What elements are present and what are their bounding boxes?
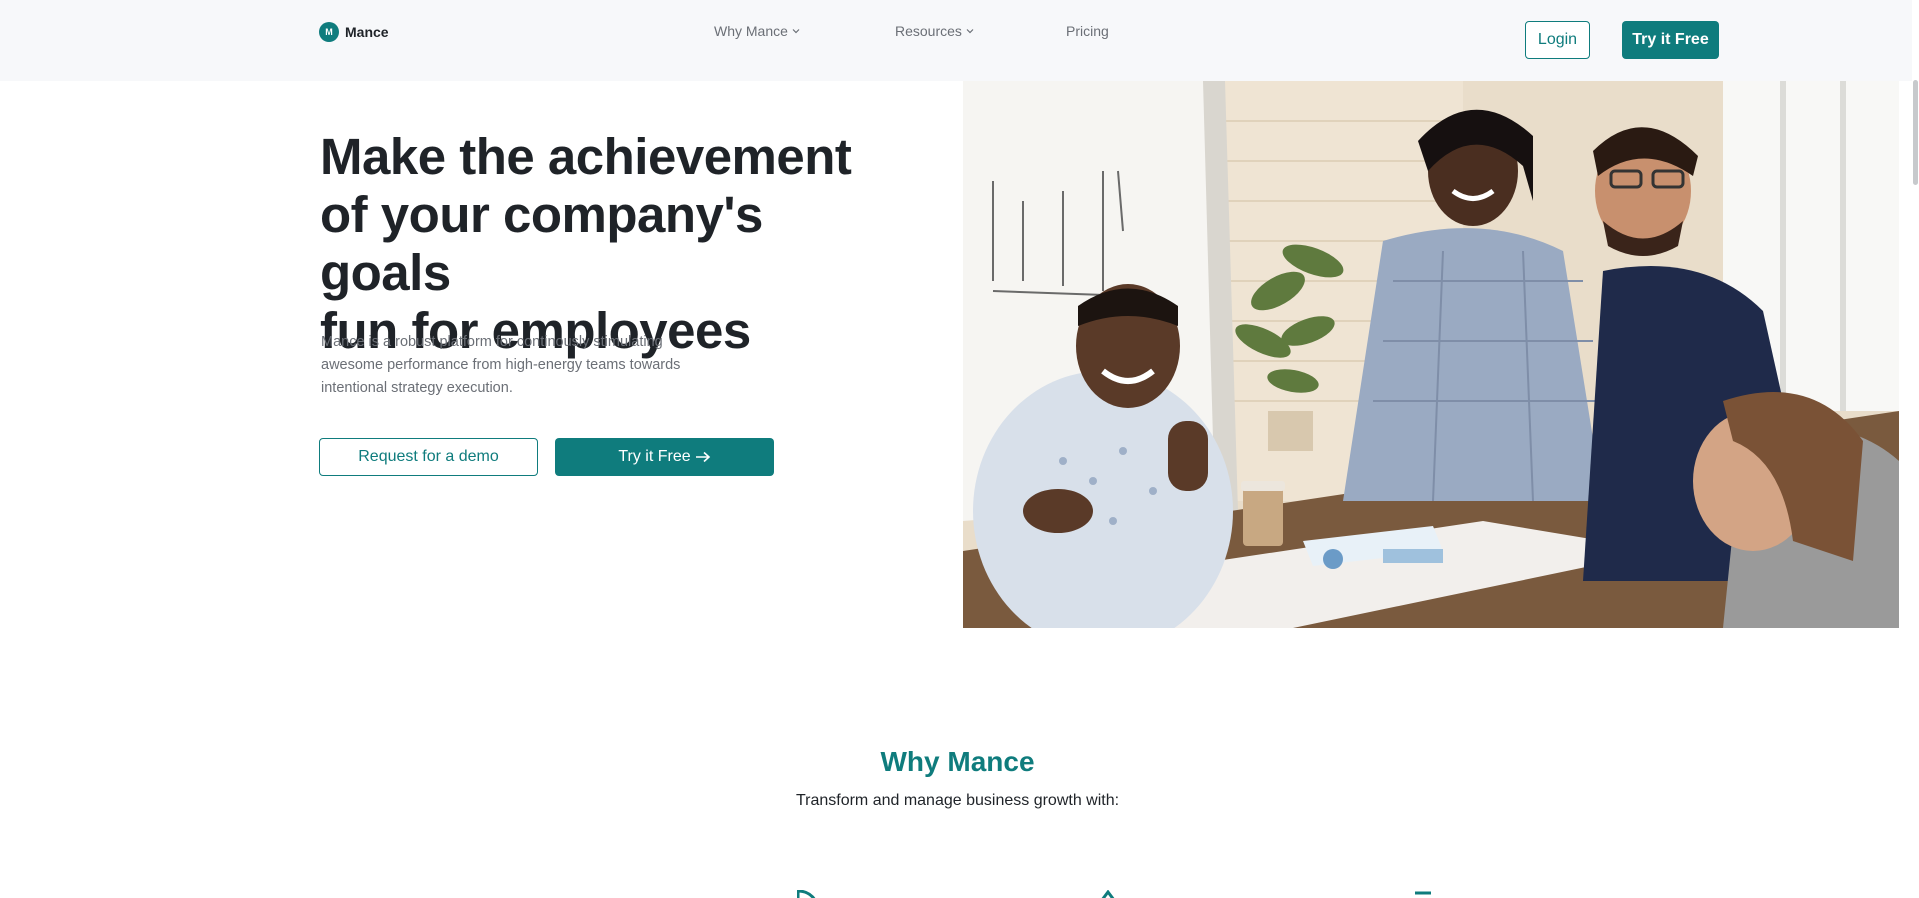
login-button[interactable]: Login: [1525, 21, 1590, 59]
nav-item-pricing[interactable]: Pricing: [1066, 23, 1109, 39]
mance-logo-icon: M: [319, 22, 339, 42]
try-free-hero-label: Try it Free: [618, 448, 691, 465]
why-section-subtitle: Transform and manage business growth wit…: [795, 792, 1120, 809]
scrollbar-thumb[interactable]: [1913, 80, 1918, 185]
nav-item-label: Resources: [895, 23, 962, 39]
hero-team-photo: [963, 81, 1899, 628]
nav-item-resources[interactable]: Resources: [895, 23, 975, 39]
try-free-hero-button[interactable]: Try it Free: [555, 438, 774, 476]
arrow-right-icon: [695, 451, 710, 463]
why-section-title: Why Mance: [880, 746, 1035, 777]
brand-link[interactable]: M Mance: [319, 22, 389, 42]
feature-icon: [797, 890, 816, 898]
chevron-down-icon: [792, 29, 800, 34]
chevron-down-icon: [966, 29, 974, 34]
try-free-nav-button[interactable]: Try it Free: [1622, 21, 1719, 59]
nav-item-label: Why Mance: [714, 23, 788, 39]
hero-description-line: Mance is a robust platform for continous…: [321, 334, 663, 350]
hero-description: Mance is a robust platform for continous…: [321, 331, 721, 400]
top-navbar: M Mance Why Mance Resources Pricing Logi…: [0, 0, 1919, 81]
team-meeting-illustration: [963, 81, 1899, 628]
request-demo-button[interactable]: Request for a demo: [319, 438, 538, 476]
hero-title-line: of your company's goals: [320, 186, 763, 301]
feature-icon: [1101, 890, 1115, 898]
nav-item-label: Pricing: [1066, 23, 1109, 39]
feature-icon: [1415, 891, 1431, 895]
hero-title: Make the achievement of your company's g…: [320, 128, 900, 360]
nav-item-why-mance[interactable]: Why Mance: [714, 23, 801, 39]
brand-name: Mance: [345, 24, 389, 40]
hero-description-line: awesome performance from high-energy tea…: [321, 357, 681, 373]
hero-description-line: intentional strategy execution.: [321, 380, 513, 396]
hero-title-line: Make the achievement: [320, 128, 852, 185]
